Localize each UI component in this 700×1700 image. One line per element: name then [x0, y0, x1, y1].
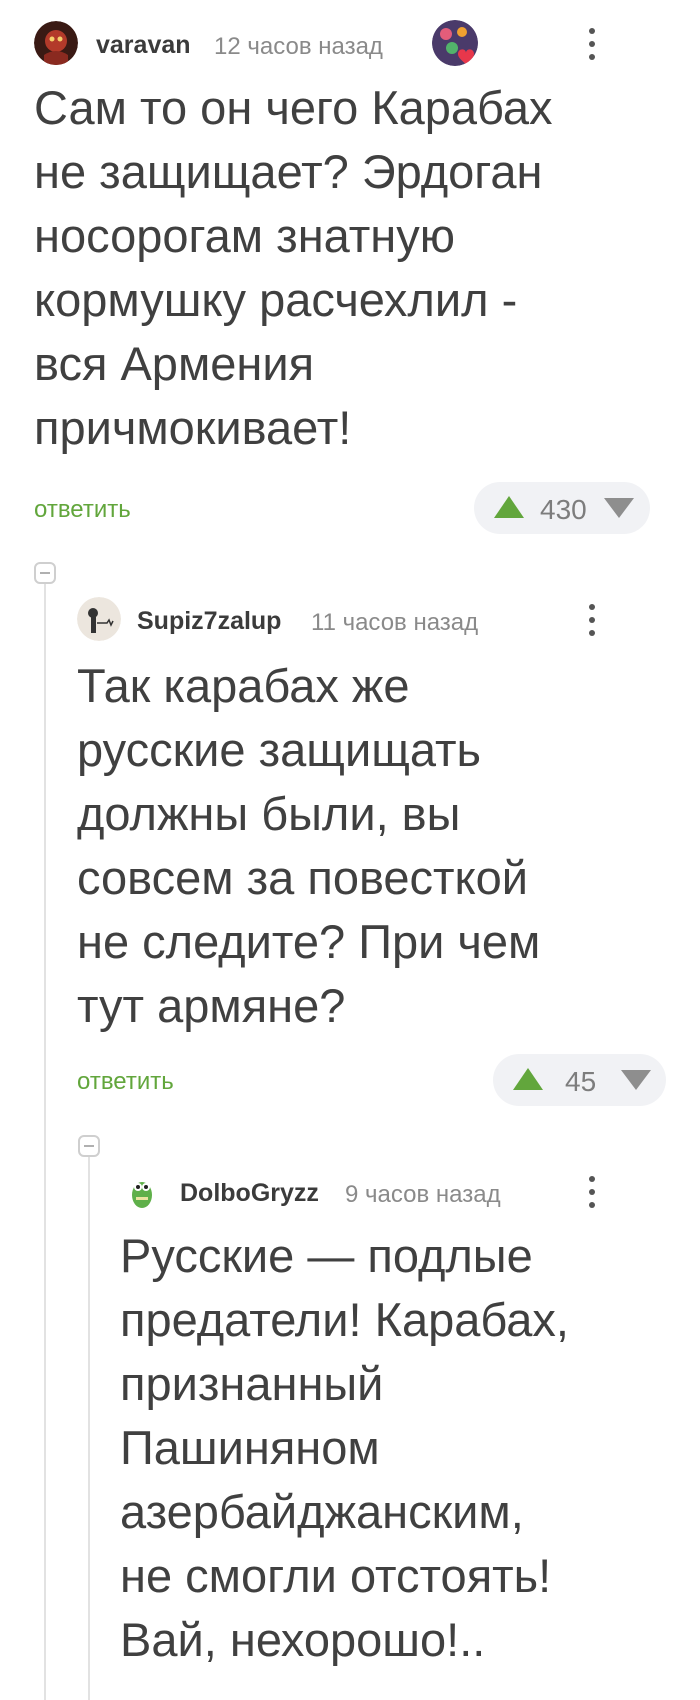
thread-line-level-1 [44, 572, 46, 1700]
timestamp: 12 часов назад [214, 33, 383, 60]
more-options-icon[interactable] [577, 24, 607, 64]
comment: varavan 12 часов назад Сам то он чего Ка… [34, 20, 666, 540]
reply-button[interactable]: ответить [77, 1068, 174, 1096]
timestamp: 9 часов назад [345, 1181, 501, 1208]
username[interactable]: DolboGryzz [180, 1179, 319, 1208]
downvote-icon[interactable] [604, 498, 634, 518]
timestamp: 11 часов назад [311, 609, 479, 636]
more-options-icon[interactable] [577, 1172, 607, 1212]
collapse-thread-button[interactable] [78, 1135, 100, 1157]
award-badge-icon [432, 20, 478, 66]
comment-text: Русские — подлые предатели! Карабах, при… [120, 1229, 569, 1666]
rating-count: 430 [540, 494, 587, 525]
rating-control: 430 [474, 482, 650, 534]
thread-line-level-2 [88, 1145, 90, 1700]
rating-count: 45 [565, 1066, 597, 1097]
upvote-icon[interactable] [513, 1068, 543, 1090]
comment: Supiz7zalup 11 часов назад Так карабах ж… [77, 596, 666, 1116]
avatar[interactable] [34, 21, 78, 65]
comment-text: Сам то он чего Карабах не защищает? Эрдо… [34, 81, 553, 454]
upvote-icon[interactable] [494, 496, 524, 518]
rating-control: 45 [493, 1054, 666, 1106]
comment-header: Supiz7zalup 11 часов назад [77, 596, 666, 646]
more-options-icon[interactable] [577, 600, 607, 640]
username[interactable]: varavan [96, 31, 191, 60]
comment-header: varavan 12 часов назад [34, 20, 666, 70]
comment-text: Так карабах же русские защищать должны б… [77, 659, 541, 1032]
avatar[interactable] [77, 597, 121, 641]
avatar[interactable] [120, 1169, 164, 1213]
downvote-icon[interactable] [621, 1070, 651, 1090]
reply-button[interactable]: ответить [34, 496, 131, 524]
comment: DolboGryzz 9 часов назад Русские — подлы… [120, 1168, 666, 1700]
username[interactable]: Supiz7zalup [137, 607, 281, 636]
comment-header: DolboGryzz 9 часов назад [120, 1168, 666, 1218]
collapse-thread-button[interactable] [34, 562, 56, 584]
